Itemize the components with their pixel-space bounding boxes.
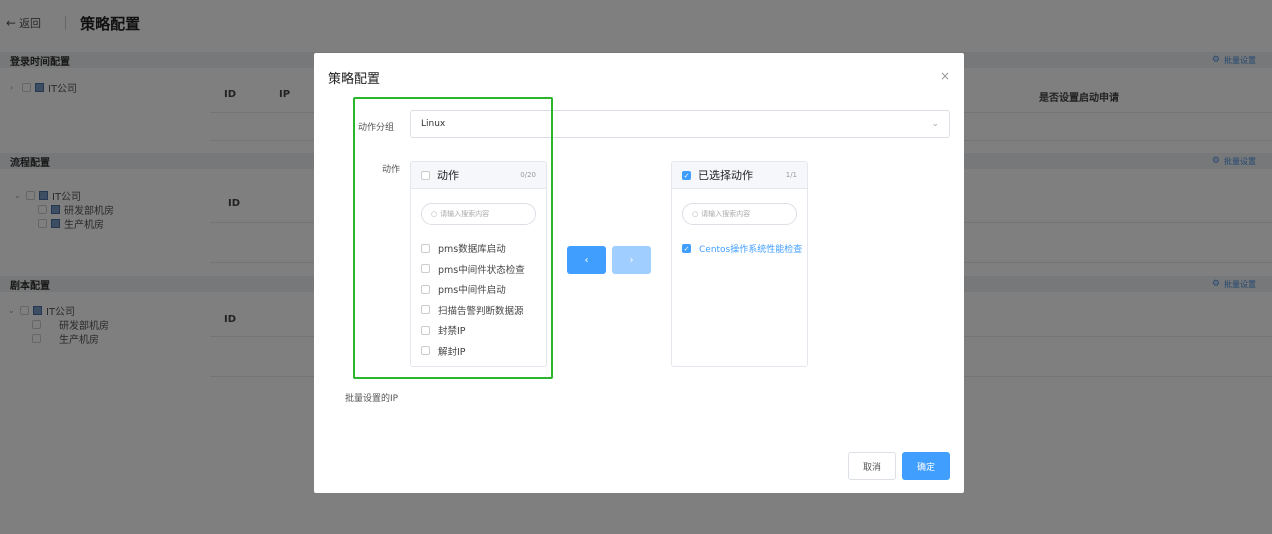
ok-button[interactable]: 确定 <box>902 452 950 480</box>
target-list: ✓ Centos操作系统性能检查 <box>672 238 807 259</box>
search-placeholder: 请输入搜索内容 <box>701 210 751 218</box>
panel-title: 已选择动作 <box>698 169 753 182</box>
panel-header: ✓ 已选择动作 1/1 <box>672 162 807 189</box>
cancel-button[interactable]: 取消 <box>848 452 896 480</box>
transfer-target-panel: ✓ 已选择动作 1/1 ○ 请输入搜索内容 ✓ Centos操作系统性能检查 <box>671 161 808 367</box>
target-search-input[interactable]: ○ 请输入搜索内容 <box>682 203 797 225</box>
search-icon: ○ <box>692 210 699 218</box>
list-item[interactable]: ✓ Centos操作系统性能检查 <box>672 238 807 259</box>
dialog-title: 策略配置 <box>328 72 381 87</box>
chevron-left-icon: ‹ <box>584 254 589 266</box>
select-all-checkbox[interactable]: ✓ <box>682 170 691 180</box>
chevron-right-icon: › <box>629 254 634 266</box>
batch-ip-label: 批量设置的IP <box>345 394 399 404</box>
strategy-config-dialog: 策略配置 × 动作分组 Linux ⌄ 动作 动作 0/20 ○ 请输入搜索内容… <box>314 53 964 493</box>
item-checkbox[interactable]: ✓ <box>682 243 691 253</box>
close-icon[interactable]: × <box>940 69 950 83</box>
highlight-box <box>353 97 553 379</box>
move-right-button[interactable]: › <box>612 246 651 274</box>
move-left-button[interactable]: ‹ <box>567 246 606 274</box>
chevron-down-icon: ⌄ <box>931 119 939 129</box>
panel-count: 1/1 <box>785 171 797 179</box>
